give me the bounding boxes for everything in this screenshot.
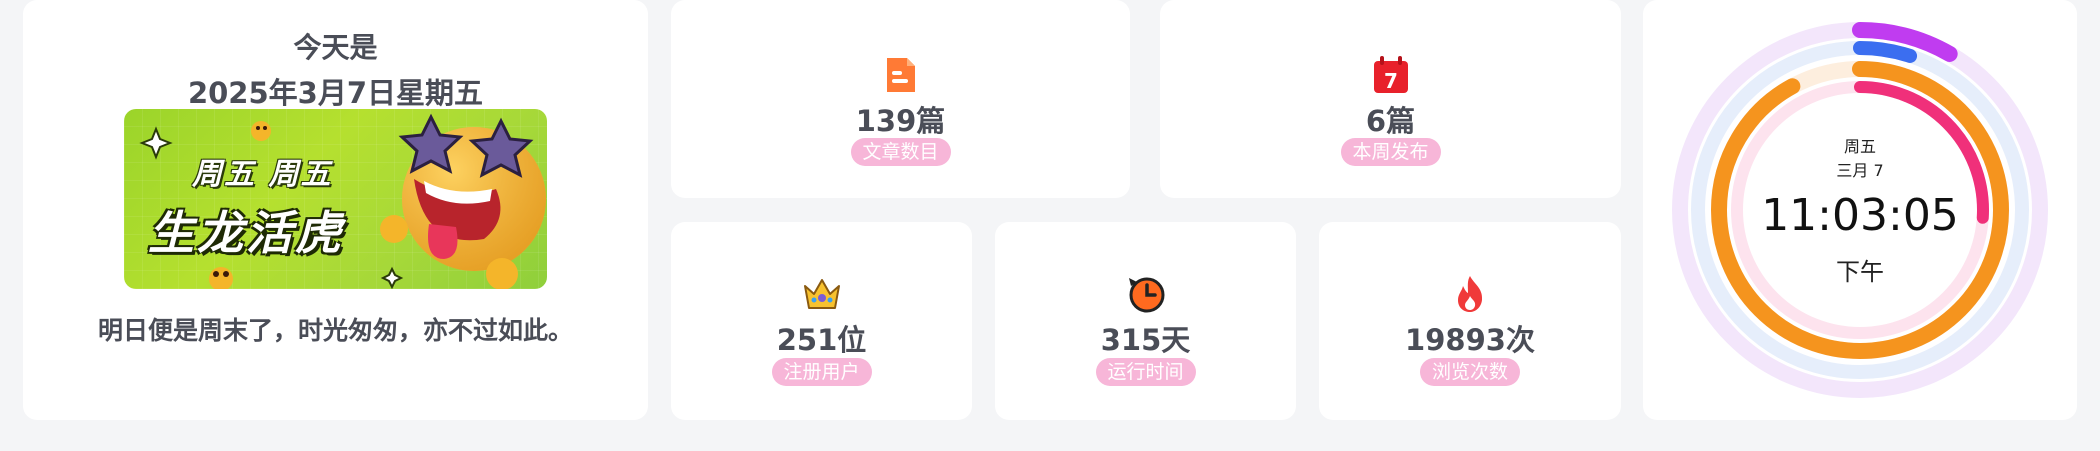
clock-date: 三月 7: [1836, 161, 1884, 180]
current-date: 2025年3月7日星期五: [187, 76, 484, 110]
stat-label-articles: 文章数目: [850, 138, 951, 166]
banner-text-line1: 周五 周五: [192, 157, 333, 192]
stat-value-runtime: 315天: [1100, 323, 1191, 357]
stat-value-week: 6篇: [1365, 104, 1416, 138]
clock-card: 周五 三月 7 11:03:05 下午: [1643, 0, 2077, 420]
stat-value-users: 251位: [776, 323, 867, 357]
daily-quote: 明日便是周末了，时光匆匆，亦不过如此。: [97, 316, 573, 345]
stat-label-week: 本周发布: [1340, 138, 1441, 166]
clock-ampm: 下午: [1836, 258, 1884, 286]
stat-label-runtime: 运行时间: [1095, 358, 1196, 386]
document-icon: [886, 58, 915, 92]
fire-icon: [1458, 276, 1483, 312]
stat-card-week[interactable]: 7 6篇 本周发布: [1160, 0, 1621, 198]
stat-value-articles: 139篇: [855, 104, 946, 138]
stat-card-runtime[interactable]: 315天 运行时间: [995, 222, 1296, 420]
stat-label-users: 注册用户: [771, 358, 872, 386]
stat-value-views: 19893次: [1405, 323, 1535, 357]
svg-text:7: 7: [1384, 69, 1398, 93]
clock-time: 11:03:05: [1761, 190, 1959, 241]
clock-history-icon: [1128, 277, 1164, 313]
today-label: 今天是: [293, 31, 378, 64]
stat-card-articles[interactable]: 139篇 文章数目: [671, 0, 1130, 198]
calendar-icon: 7: [1373, 56, 1408, 93]
friday-banner-image: 周五 周五 生龙活虎: [124, 109, 547, 289]
stat-card-views[interactable]: 19893次 浏览次数: [1319, 222, 1621, 420]
crown-icon: [803, 279, 840, 309]
stat-label-views: 浏览次数: [1419, 358, 1521, 386]
greeting-card: 今天是 2025年3月7日星期五 周五 周五 生龙活虎 明日便是周末了，时光匆匆…: [23, 0, 648, 420]
stat-card-users[interactable]: 251位 注册用户: [671, 222, 972, 420]
banner-text-line2: 生龙活虎: [148, 206, 344, 260]
clock-weekday: 周五: [1843, 137, 1876, 156]
